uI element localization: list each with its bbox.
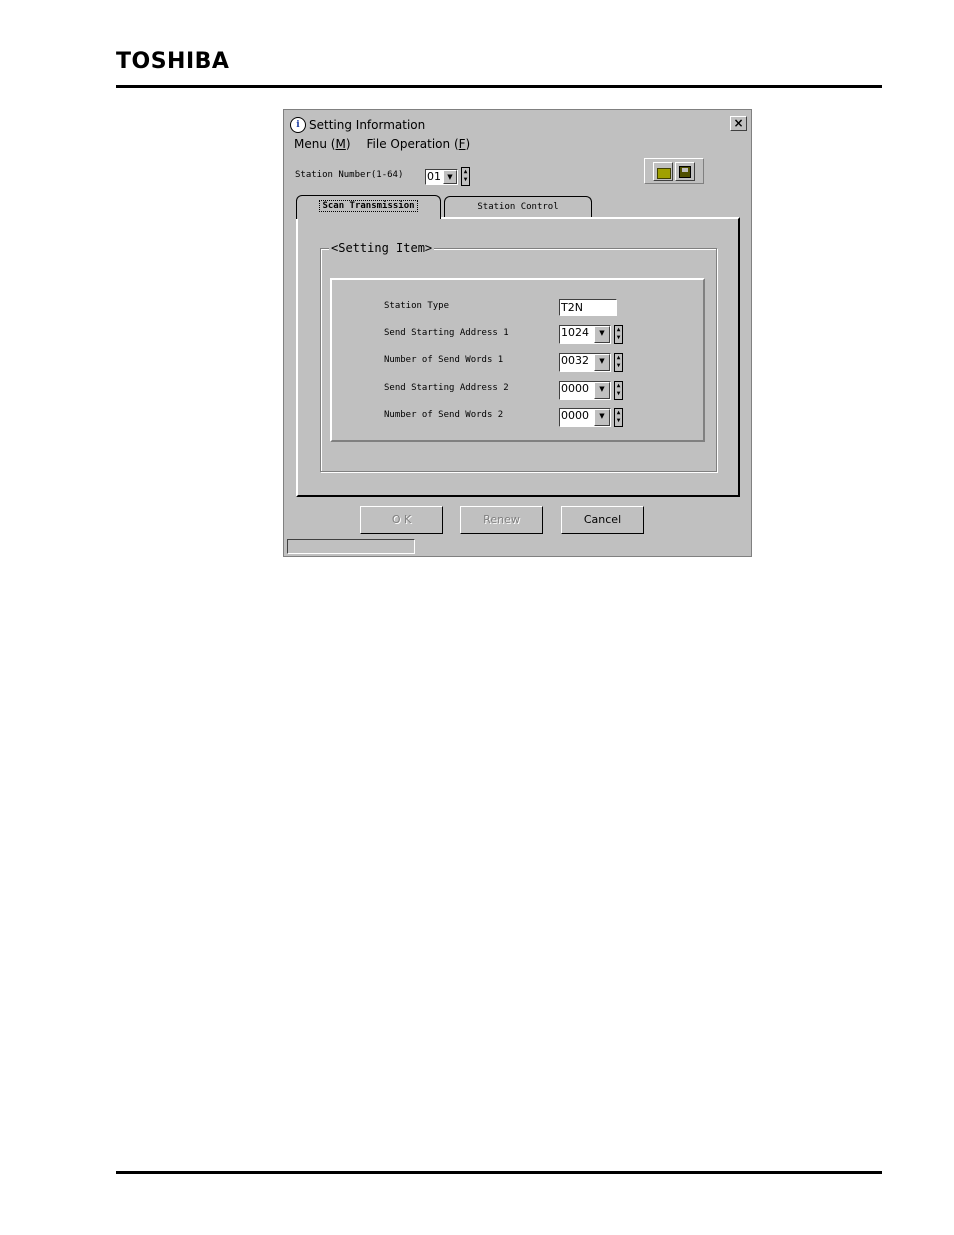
chevron-down-icon[interactable]: ▼ <box>594 409 610 426</box>
info-icon: i <box>290 117 306 133</box>
chevron-down-icon[interactable]: ▼ <box>443 170 457 184</box>
station-type-field[interactable]: T2N <box>559 299 617 316</box>
tab-station-control[interactable]: Station Control <box>444 196 592 218</box>
ok-button[interactable]: O K <box>360 506 443 534</box>
floppy-save-icon <box>679 166 691 178</box>
arrow-down-icon: ▼ <box>463 176 468 183</box>
close-icon: × <box>733 116 744 130</box>
send-start-addr-2-combo[interactable]: 0000 ▼ <box>559 381 611 400</box>
setting-information-dialog: i Setting Information × Menu (M) File Op… <box>283 109 752 557</box>
group-label: <Setting Item> <box>329 241 435 255</box>
setting-item-group: <Setting Item> Station Type T2N Send Sta… <box>320 241 717 472</box>
close-button[interactable]: × <box>730 116 747 131</box>
scan-transmission-pane: <Setting Item> Station Type T2N Send Sta… <box>296 217 740 497</box>
file-toolbar <box>644 158 704 184</box>
open-file-button[interactable] <box>653 162 673 181</box>
title-bar: i Setting Information <box>290 116 425 134</box>
send-start-addr-1-label: Send Starting Address 1 <box>384 328 509 338</box>
send-start-addr-2-spinner[interactable]: ▲ ▼ <box>614 381 623 400</box>
header-rule <box>116 85 882 88</box>
send-words-1-combo[interactable]: 0032 ▼ <box>559 353 611 372</box>
send-start-addr-1-spinner[interactable]: ▲ ▼ <box>614 325 623 344</box>
cancel-button[interactable]: Cancel <box>561 506 644 534</box>
send-words-1-label: Number of Send Words 1 <box>384 355 504 365</box>
send-words-2-spinner[interactable]: ▲ ▼ <box>614 408 623 427</box>
send-words-1-spinner[interactable]: ▲ ▼ <box>614 353 623 372</box>
station-number-label: Station Number(1-64) <box>295 170 404 180</box>
menu-bar: Menu (M) File Operation (F) <box>294 137 470 151</box>
dialog-title: Setting Information <box>309 118 426 132</box>
tab-scan-transmission[interactable]: Scan Transmission <box>296 195 441 219</box>
save-file-button[interactable] <box>675 162 695 181</box>
status-bar <box>287 539 415 554</box>
send-start-addr-2-label: Send Starting Address 2 <box>384 383 509 393</box>
menu-item-file-operation[interactable]: File Operation (F) <box>367 137 471 151</box>
send-words-2-combo[interactable]: 0000 ▼ <box>559 408 611 427</box>
menu-item-menu[interactable]: Menu (M) <box>294 137 351 151</box>
renew-button[interactable]: Renew <box>460 506 543 534</box>
chevron-down-icon[interactable]: ▼ <box>594 382 610 399</box>
arrow-up-icon: ▲ <box>463 168 468 175</box>
chevron-down-icon[interactable]: ▼ <box>594 354 610 371</box>
station-number-value: 01 <box>427 170 441 183</box>
chevron-down-icon[interactable]: ▼ <box>594 326 610 343</box>
setting-fields-panel: Station Type T2N Send Starting Address 1… <box>330 278 705 442</box>
footer-rule <box>116 1171 882 1174</box>
send-start-addr-1-combo[interactable]: 1024 ▼ <box>559 325 611 344</box>
station-number-spinner[interactable]: ▲ ▼ <box>461 167 470 186</box>
station-number-combo[interactable]: 01 ▼ <box>425 169 458 185</box>
folder-open-icon <box>657 168 671 179</box>
send-words-2-label: Number of Send Words 2 <box>384 410 504 420</box>
toshiba-logo: TOSHIBA <box>116 49 230 74</box>
station-type-label: Station Type <box>384 301 450 311</box>
